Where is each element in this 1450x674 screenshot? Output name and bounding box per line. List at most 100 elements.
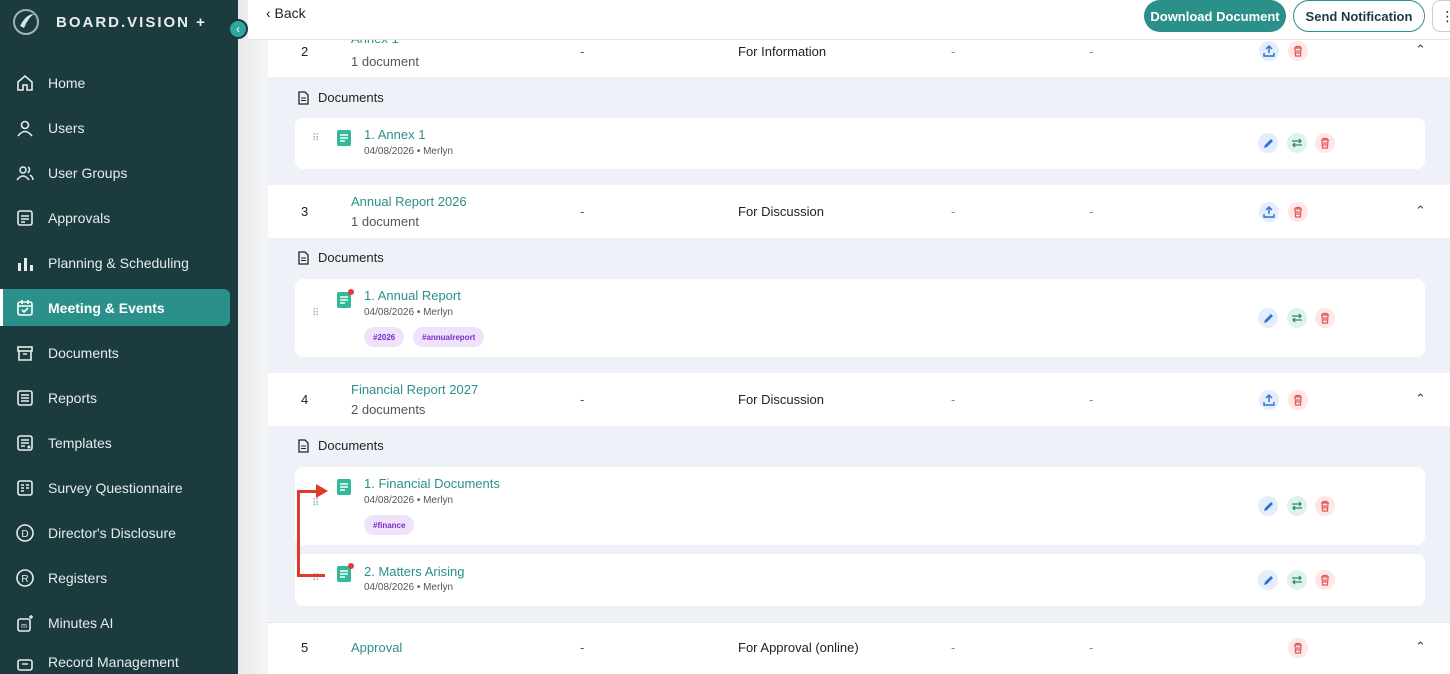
document-file-icon bbox=[337, 130, 351, 146]
top-bar: ‹ Back Download Document Send Notificati… bbox=[248, 0, 1450, 40]
collapse-chevron-icon[interactable]: ⌃ bbox=[1415, 42, 1426, 58]
agenda-item-number: 2 bbox=[301, 44, 309, 59]
agenda-item-col4: - bbox=[951, 392, 956, 407]
document-title[interactable]: 1. Annual Report bbox=[364, 288, 461, 303]
d-circle-icon: D bbox=[14, 522, 36, 544]
agenda-item-doc-count: 1 document bbox=[351, 54, 419, 69]
document-card[interactable]: ⠿ 1. Annex 1 04/08/2026 • Merlyn bbox=[295, 118, 1425, 169]
sidebar-item-label: Home bbox=[48, 74, 86, 91]
document-meta: 04/08/2026 • Merlyn bbox=[364, 307, 454, 318]
send-notification-button[interactable]: Send Notification bbox=[1293, 0, 1425, 32]
sidebar-item-meetings[interactable]: Meeting & Events bbox=[0, 289, 230, 326]
sidebar-item-survey[interactable]: Survey Questionnaire bbox=[0, 469, 238, 506]
drag-handle-icon[interactable]: ⠿ bbox=[312, 134, 320, 144]
agenda-content: Annex 1 2 1 document - For Information -… bbox=[268, 0, 1450, 674]
back-link[interactable]: ‹ Back bbox=[266, 5, 306, 21]
document-title[interactable]: 1. Financial Documents bbox=[364, 476, 500, 491]
document-tag[interactable]: #finance bbox=[364, 515, 415, 535]
upload-button[interactable] bbox=[1259, 202, 1279, 222]
delete-document-button[interactable] bbox=[1315, 133, 1335, 153]
agenda-item-row[interactable]: 3 Annual Report 2026 1 document - For Di… bbox=[268, 185, 1450, 238]
edit-button[interactable] bbox=[1258, 308, 1278, 328]
document-title[interactable]: 2. Matters Arising bbox=[364, 564, 464, 579]
sidebar-item-users[interactable]: Users bbox=[0, 109, 238, 146]
agenda-item-col4: - bbox=[951, 44, 956, 59]
agenda-item-title[interactable]: Approval bbox=[351, 640, 402, 655]
replace-button[interactable] bbox=[1287, 308, 1307, 328]
delete-item-button[interactable] bbox=[1288, 638, 1308, 658]
collapse-sidebar-button[interactable]: ‹ bbox=[228, 19, 248, 39]
agenda-item-title[interactable]: Annual Report 2026 bbox=[351, 194, 467, 209]
home-icon bbox=[14, 72, 36, 94]
download-document-button[interactable]: Download Document bbox=[1144, 0, 1286, 32]
r-circle-icon: R bbox=[14, 567, 36, 589]
collapse-chevron-icon[interactable]: ⌃ bbox=[1415, 639, 1426, 655]
sidebar-item-user-groups[interactable]: User Groups bbox=[0, 154, 238, 191]
users-icon bbox=[14, 162, 36, 184]
trash-icon bbox=[1321, 500, 1329, 512]
edit-button[interactable] bbox=[1258, 133, 1278, 153]
upload-button[interactable] bbox=[1259, 41, 1279, 61]
documents-header: Documents bbox=[297, 438, 384, 453]
delete-item-button[interactable] bbox=[1288, 390, 1308, 410]
sidebar-item-label: Minutes AI bbox=[48, 614, 114, 631]
documents-header: Documents bbox=[297, 90, 384, 105]
sidebar-item-label: Survey Questionnaire bbox=[48, 479, 183, 496]
drag-handle-icon[interactable]: ⠿ bbox=[312, 499, 320, 509]
document-meta: 04/08/2026 • Merlyn bbox=[364, 582, 454, 593]
replace-button[interactable] bbox=[1287, 496, 1307, 516]
agenda-item-title[interactable]: Financial Report 2027 bbox=[351, 382, 478, 397]
sidebar: BOARD.VISION + Home Users User Groups Ap… bbox=[0, 0, 238, 674]
agenda-item-number: 4 bbox=[301, 392, 309, 407]
sidebar-item-label: Approvals bbox=[48, 209, 111, 226]
drag-handle-icon[interactable]: ⠿ bbox=[312, 309, 320, 319]
agenda-item-col4: - bbox=[951, 204, 956, 219]
sidebar-item-disclosure[interactable]: D Director's Disclosure bbox=[0, 514, 238, 551]
survey-icon bbox=[14, 477, 36, 499]
document-card[interactable]: ⠿ 1. Financial Documents 04/08/2026 • Me… bbox=[295, 467, 1425, 545]
delete-document-button[interactable] bbox=[1315, 308, 1335, 328]
sidebar-item-reports[interactable]: Reports bbox=[0, 379, 238, 416]
sidebar-item-planning[interactable]: Planning & Scheduling bbox=[0, 244, 238, 281]
document-tag[interactable]: #annualreport bbox=[413, 327, 485, 347]
collapse-chevron-icon[interactable]: ⌃ bbox=[1415, 391, 1426, 407]
delete-item-button[interactable] bbox=[1288, 41, 1308, 61]
agenda-item-number: 3 bbox=[301, 204, 309, 219]
more-options-button[interactable]: ⋮ bbox=[1432, 0, 1450, 32]
collapse-chevron-icon[interactable]: ⌃ bbox=[1415, 203, 1426, 219]
replace-button[interactable] bbox=[1287, 570, 1307, 590]
sidebar-item-registers[interactable]: R Registers bbox=[0, 559, 238, 596]
agenda-item-row[interactable]: 4 Financial Report 2027 2 documents - Fo… bbox=[268, 373, 1450, 426]
upload-button[interactable] bbox=[1259, 390, 1279, 410]
document-title[interactable]: 1. Annex 1 bbox=[364, 127, 425, 142]
delete-item-button[interactable] bbox=[1288, 202, 1308, 222]
document-tag[interactable]: #2026 bbox=[364, 327, 405, 347]
sidebar-item-label: Planning & Scheduling bbox=[48, 254, 189, 271]
sidebar-item-home[interactable]: Home bbox=[0, 64, 238, 101]
sidebar-item-documents[interactable]: Documents bbox=[0, 334, 238, 371]
delete-document-button[interactable] bbox=[1315, 570, 1335, 590]
svg-text:D: D bbox=[21, 529, 28, 540]
notification-dot bbox=[348, 289, 354, 295]
replace-button[interactable] bbox=[1287, 133, 1307, 153]
brand-name: BOARD.VISION + bbox=[56, 13, 207, 31]
logo[interactable]: BOARD.VISION + bbox=[12, 8, 207, 36]
document-icon bbox=[298, 250, 309, 265]
trash-icon bbox=[1294, 394, 1302, 406]
sidebar-item-minutes-ai[interactable]: m Minutes AI bbox=[0, 604, 238, 641]
document-card[interactable]: ⠿ 2. Matters Arising 04/08/2026 • Merlyn bbox=[295, 554, 1425, 606]
sidebar-item-templates[interactable]: Templates bbox=[0, 424, 238, 461]
sidebar-item-label: User Groups bbox=[48, 164, 128, 181]
agenda-item-purpose: For Discussion bbox=[738, 204, 824, 219]
edit-button[interactable] bbox=[1258, 570, 1278, 590]
delete-document-button[interactable] bbox=[1315, 496, 1335, 516]
template-icon bbox=[14, 432, 36, 454]
agenda-item-presenter: - bbox=[580, 640, 585, 655]
agenda-item-row[interactable]: 5 Approval - For Approval (online) - - ⌃ bbox=[268, 622, 1450, 674]
edit-button[interactable] bbox=[1258, 496, 1278, 516]
sidebar-item-approvals[interactable]: Approvals bbox=[0, 199, 238, 236]
document-file-icon bbox=[337, 563, 354, 582]
upload-icon bbox=[1263, 394, 1275, 406]
sidebar-item-records[interactable]: Record Management bbox=[0, 643, 238, 674]
document-card[interactable]: ⠿ 1. Annual Report 04/08/2026 • Merlyn #… bbox=[295, 279, 1425, 357]
